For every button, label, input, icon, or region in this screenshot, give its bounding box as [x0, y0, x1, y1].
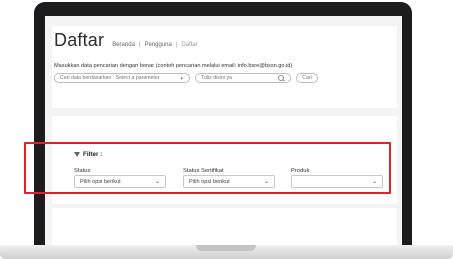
search-row: Cari data berdasarkan : Select a paramet… [54, 73, 318, 83]
filter-header: Filter : [74, 151, 102, 158]
chevron-down-icon: ⌄ [371, 179, 377, 185]
app-screen: Daftar Beranda | Pengguna | Daftar Masuk… [45, 16, 402, 245]
product-select[interactable]: ⌄ [291, 175, 383, 188]
breadcrumb-users[interactable]: Pengguna [144, 42, 171, 48]
laptop-notch [196, 245, 256, 251]
chevron-down-icon: ▼ [179, 75, 184, 81]
certificate-status-select-value: Pilih opsi berikut [189, 178, 230, 185]
search-hint: Masukkan data pencarian dengan benar (co… [54, 63, 293, 69]
breadcrumb-home[interactable]: Beranda [112, 42, 135, 48]
search-icon [278, 74, 285, 82]
certificate-status-select[interactable]: Pilih opsi berikut ⌄ [183, 175, 275, 188]
breadcrumb-current: Daftar [181, 42, 198, 48]
breadcrumb-separator: | [175, 42, 178, 48]
breadcrumb: Beranda | Pengguna | Daftar [112, 42, 198, 48]
search-button[interactable]: Cari [296, 73, 318, 83]
page-title: Daftar [54, 30, 105, 50]
breadcrumb-separator: | [138, 42, 141, 48]
status-select-value: Pilih opsi berikut [80, 178, 121, 185]
status-select[interactable]: Pilih opsi berikut ⌄ [74, 175, 166, 188]
product-label: Produk [291, 168, 310, 174]
search-input[interactable]: Tulis disini ya [195, 73, 291, 83]
title-row: Daftar Beranda | Pengguna | Daftar [54, 30, 198, 51]
results-card [52, 208, 397, 245]
chevron-down-icon: ⌄ [263, 179, 269, 185]
search-button-label: Cari [302, 75, 312, 81]
status-label: Status [74, 168, 91, 174]
parameter-select[interactable]: Cari data berdasarkan : Select a paramet… [54, 73, 190, 83]
parameter-select-text: Cari data berdasarkan : Select a paramet… [60, 75, 160, 81]
search-input-placeholder: Tulis disini ya [201, 75, 232, 81]
certificate-status-label: Status Sertifikat [183, 168, 224, 174]
filter-title: Filter : [83, 151, 103, 158]
chevron-down-icon: ⌄ [154, 179, 160, 185]
funnel-icon [74, 152, 80, 157]
